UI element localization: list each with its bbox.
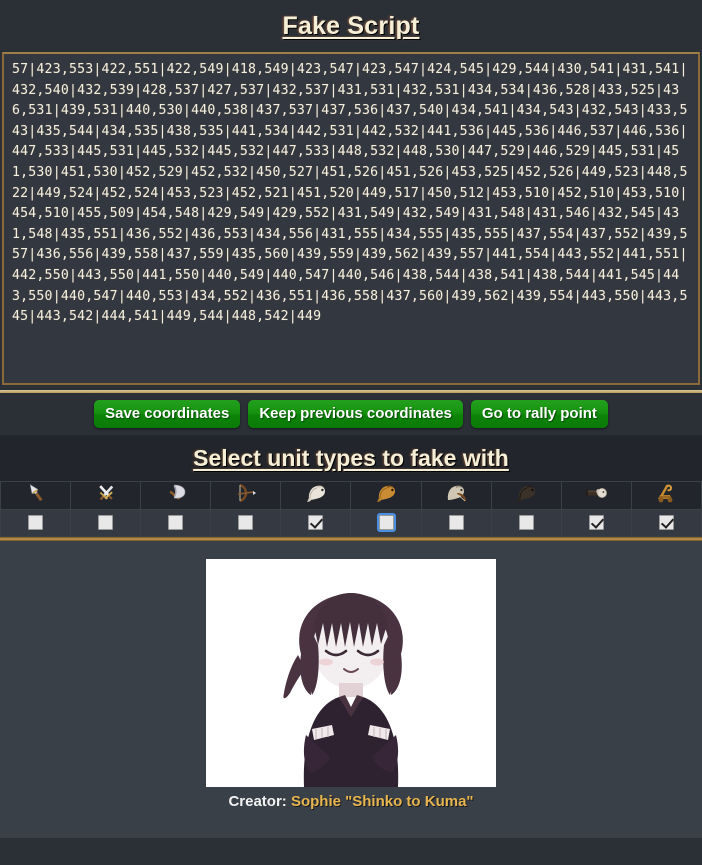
creator-name: Sophie "Shinko to Kuma" [290,793,474,810]
unit-checkbox-cell-scout[interactable] [280,509,352,537]
sword-icon [94,482,118,504]
unit-checkbox-cell-ram[interactable] [560,509,632,537]
unit-checkbox-marcher[interactable] [448,515,464,531]
unit-checkbox-sword[interactable] [98,515,114,531]
go-to-rally-point-button[interactable]: Go to rally point [470,400,608,428]
archer-icon [234,482,258,504]
unit-icon-cell-heavy [490,481,562,510]
unit-checkbox-spear[interactable] [28,515,44,531]
creator-image [206,559,496,787]
unit-checkbox-cell-light[interactable] [350,509,422,537]
spear-icon [24,482,48,504]
unit-checkbox-row [0,509,702,537]
mounted-archer-icon [444,482,468,504]
unit-checkbox-cell-catapult[interactable] [630,509,702,537]
heavy-cavalry-icon [514,482,538,504]
unit-icon-cell-archer [210,481,282,510]
axe-icon [164,482,188,504]
coordinates-area [0,52,702,390]
ram-icon [584,482,608,504]
unit-checkbox-cell-sword[interactable] [70,509,142,537]
unit-section-header: Select unit types to fake with [0,435,702,481]
unit-checkbox-cell-archer[interactable] [210,509,282,537]
unit-checkbox-cell-heavy[interactable] [490,509,562,537]
unit-icon-row [0,481,702,510]
unit-icon-cell-sword [70,481,142,510]
unit-checkbox-catapult[interactable] [658,515,674,531]
unit-icon-cell-spear [0,481,72,510]
fake-script-page: Fake Script Save coordinates Keep previo… [0,0,702,865]
unit-checkbox-axe[interactable] [168,515,184,531]
coordinates-input[interactable] [2,52,700,385]
unit-type-table [0,481,702,537]
page-title: Fake Script [282,11,420,40]
keep-previous-coordinates-button[interactable]: Keep previous coordinates [248,400,463,428]
unit-icon-cell-light [350,481,422,510]
light-cavalry-icon [374,482,398,504]
unit-checkbox-cell-spear[interactable] [0,509,72,537]
unit-checkbox-archer[interactable] [238,515,254,531]
unit-checkbox-heavy[interactable] [518,515,534,531]
unit-icon-cell-ram [560,481,632,510]
save-coordinates-button[interactable]: Save coordinates [94,400,241,428]
action-button-row: Save coordinates Keep previous coordinat… [0,393,702,435]
scout-icon [304,482,328,504]
unit-checkbox-cell-axe[interactable] [140,509,212,537]
footer-section: Creator: Sophie "Shinko to Kuma" [0,541,702,838]
catapult-icon [654,482,678,504]
unit-icon-cell-marcher [420,481,492,510]
unit-icon-cell-catapult [630,481,702,510]
unit-icon-cell-scout [280,481,352,510]
title-bar: Fake Script [0,0,702,52]
unit-icon-cell-axe [140,481,212,510]
unit-checkbox-ram[interactable] [588,515,604,531]
unit-checkbox-light[interactable] [376,513,396,533]
creator-label: Creator: [228,793,287,810]
unit-checkbox-cell-marcher[interactable] [420,509,492,537]
unit-section-title: Select unit types to fake with [193,444,509,471]
unit-checkbox-scout[interactable] [308,515,324,531]
creator-credit: Creator: Sophie "Shinko to Kuma" [0,793,702,810]
anime-girl-illustration [206,559,496,787]
